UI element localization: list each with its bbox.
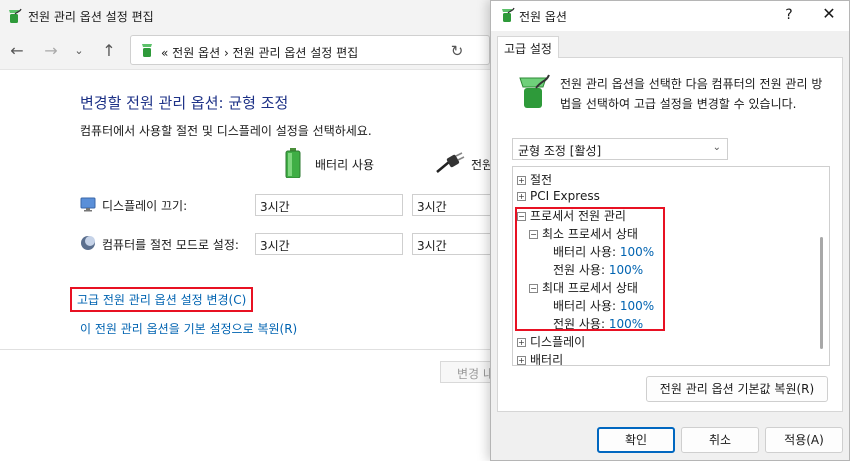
power-options-icon: [142, 44, 152, 57]
sleep-plugged-select[interactable]: 3시간: [412, 233, 492, 255]
recent-locations-chevron-icon[interactable]: ⌄: [68, 40, 90, 62]
tree-item-display[interactable]: + 디스플레이: [517, 333, 585, 350]
sleep-moon-icon: [81, 236, 95, 250]
power-options-dialog: 전원 옵션 ? ✕ 고급 설정 전원 관리 옵션을 선택한 다음 컴퓨터의 전원…: [490, 0, 850, 461]
up-arrow-icon[interactable]: ↑: [98, 40, 120, 62]
tree-scrollbar[interactable]: [820, 237, 823, 349]
battery-column-label: 배터리 사용: [315, 158, 375, 172]
breadcrumb: « 전원 옵션 › 전원 관리 옵션 설정 편집: [161, 46, 359, 60]
sleep-battery-select[interactable]: 3시간: [255, 233, 403, 255]
dialog-title: 전원 옵션: [519, 10, 567, 24]
power-plan-value: 균형 조정 [활성]: [518, 144, 602, 158]
address-bar[interactable]: « 전원 옵션 › 전원 관리 옵션 설정 편집: [130, 35, 490, 65]
tree-item-label: 배터리: [530, 353, 564, 366]
display-off-battery-select[interactable]: 3시간: [255, 194, 403, 216]
restore-defaults-link[interactable]: 이 전원 관리 옵션을 기본 설정으로 복원(R): [80, 320, 297, 337]
back-arrow-icon[interactable]: ←: [6, 40, 28, 62]
sleep-setting: 컴퓨터를 절전 모드로 설정: 3시간 3시간: [80, 233, 500, 255]
close-icon[interactable]: ✕: [819, 4, 839, 24]
highlight-box: [515, 207, 665, 331]
panel-description: 전원 관리 옵션을 선택한 다음 컴퓨터의 전원 관리 방법을 선택하여 고급 …: [560, 77, 823, 111]
chevron-down-icon: ⌄: [712, 142, 721, 153]
tree-item-pci-express[interactable]: + PCI Express: [517, 189, 600, 206]
tree-item-label: 디스플레이: [530, 335, 586, 349]
main-content: 변경할 전원 관리 옵션: 균형 조정 컴퓨터에서 사용할 절전 및 디스플레이…: [0, 70, 493, 350]
power-options-icon: [502, 7, 515, 22]
power-plan-select[interactable]: 균형 조정 [활성] ⌄: [512, 138, 728, 160]
advanced-settings-panel: 전원 관리 옵션을 선택한 다음 컴퓨터의 전원 관리 방법을 선택하여 고급 …: [497, 57, 843, 412]
tree-item-label: PCI Express: [530, 189, 600, 203]
power-plug-icon: [436, 152, 465, 173]
setting-label: 디스플레이 끄기:: [102, 199, 188, 213]
display-off-setting: 디스플레이 끄기: 3시간 3시간: [80, 194, 500, 216]
settings-tree[interactable]: + 절전 + PCI Express − 프로세서 전원 관리 − 최소 프로세서 상태…: [512, 166, 830, 366]
tab-advanced-settings[interactable]: 고급 설정: [497, 36, 559, 58]
tree-item-label: 절전: [530, 173, 553, 187]
ok-button[interactable]: 확인: [597, 427, 675, 453]
battery-icon: [285, 148, 301, 178]
help-icon[interactable]: ?: [779, 5, 799, 25]
expand-plus-icon[interactable]: +: [517, 356, 526, 365]
apply-button[interactable]: 적용(A): [765, 427, 843, 453]
expand-plus-icon[interactable]: +: [517, 338, 526, 347]
advanced-settings-link[interactable]: 고급 전원 관리 옵션 설정 변경(C): [70, 287, 254, 312]
dialog-titlebar: 전원 옵션 ? ✕: [491, 1, 849, 31]
expand-plus-icon[interactable]: +: [517, 176, 526, 185]
refresh-icon[interactable]: ↻: [446, 40, 468, 62]
power-options-icon: [9, 8, 22, 23]
power-options-icon: [519, 74, 550, 108]
tree-item-sleep[interactable]: + 절전: [517, 171, 552, 188]
cancel-button[interactable]: 취소: [681, 427, 759, 453]
display-off-plugged-select[interactable]: 3시간: [412, 194, 492, 216]
expand-plus-icon[interactable]: +: [517, 192, 526, 201]
window-title: 전원 관리 옵션 설정 편집: [28, 10, 154, 24]
setting-label: 컴퓨터를 절전 모드로 설정:: [102, 238, 239, 252]
tree-item-battery[interactable]: + 배터리: [517, 351, 564, 366]
page-title: 변경할 전원 관리 옵션: 균형 조정: [80, 94, 289, 112]
page-description: 컴퓨터에서 사용할 절전 및 디스플레이 설정을 선택하세요.: [80, 124, 372, 138]
restore-plan-defaults-button[interactable]: 전원 관리 옵션 기본값 복원(R): [646, 376, 828, 402]
forward-arrow-icon[interactable]: →: [40, 40, 62, 62]
monitor-icon: [80, 197, 96, 212]
